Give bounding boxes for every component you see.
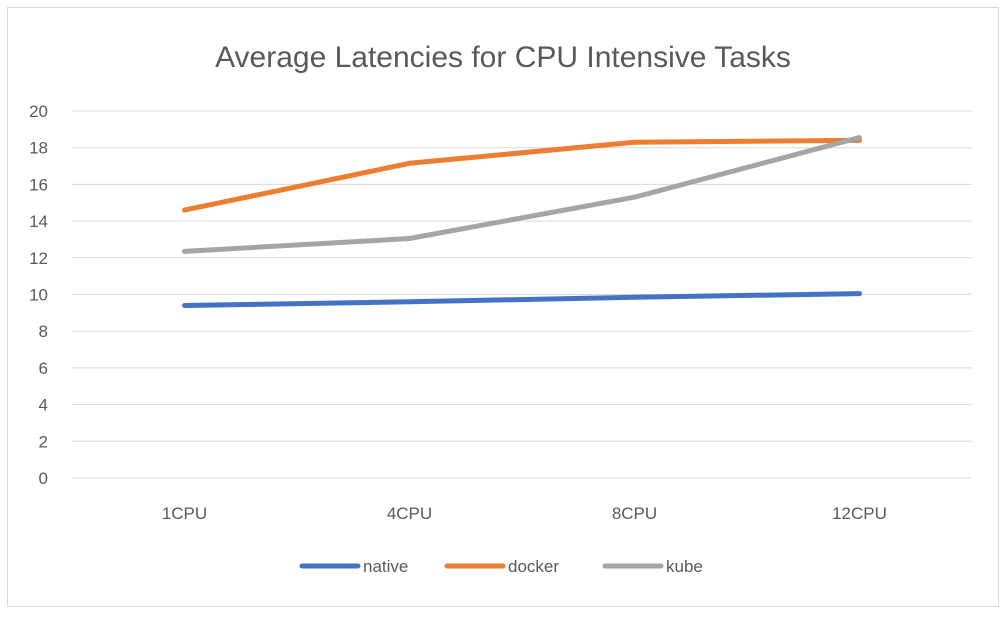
y-tick-label: 12: [29, 249, 48, 268]
legend: native docker kube: [299, 557, 703, 576]
legend-label-kube: kube: [666, 557, 703, 576]
legend-label-native: native: [363, 557, 408, 576]
line-chart: Average Latencies for CPU Intensive Task…: [29, 41, 972, 576]
y-tick-label: 18: [29, 139, 48, 158]
x-tick-label: 12CPU: [832, 504, 887, 523]
chart-title: Average Latencies for CPU Intensive Task…: [215, 41, 791, 74]
x-tick-label: 4CPU: [387, 504, 432, 523]
y-tick-label: 10: [29, 286, 48, 305]
y-axis-ticks: 0 2 4 6 8 10 12 14 16 18 20: [29, 102, 48, 488]
y-tick-label: 4: [39, 396, 48, 415]
x-axis-ticks: 1CPU 4CPU 8CPU 12CPU: [162, 504, 887, 523]
legend-label-docker: docker: [508, 557, 559, 576]
y-tick-label: 0: [39, 469, 48, 488]
y-tick-label: 14: [29, 212, 48, 231]
y-tick-label: 6: [39, 359, 48, 378]
y-tick-label: 20: [29, 102, 48, 121]
y-tick-label: 8: [39, 322, 48, 341]
x-tick-label: 1CPU: [162, 504, 207, 523]
y-tick-label: 2: [39, 432, 48, 451]
x-tick-label: 8CPU: [612, 504, 657, 523]
series-line-native: [182, 291, 862, 308]
series-line-docker: [182, 137, 862, 213]
y-tick-label: 16: [29, 175, 48, 194]
